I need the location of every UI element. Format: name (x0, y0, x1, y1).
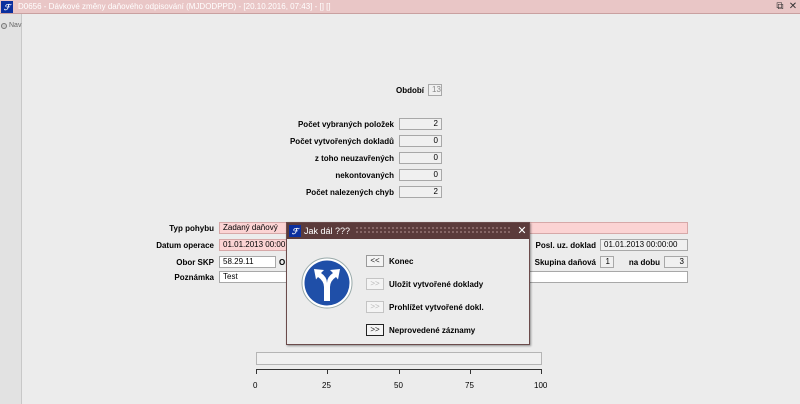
restore-icon[interactable]: ⧉ (774, 0, 786, 14)
ulozit-button[interactable]: >> (366, 278, 384, 290)
nav-radio-icon (1, 22, 7, 29)
window-title-bar: ℱ D0656 - Dávkové změny daňového odpisov… (0, 0, 800, 14)
nav-label: Nav (9, 22, 22, 29)
konec-button[interactable]: << (366, 255, 384, 267)
direction-sign-icon (301, 257, 353, 309)
posl-uz-field: 01.01.2013 00:00:00 (600, 239, 688, 251)
datum-operace-field[interactable]: 01.01.2013 00:00 (219, 239, 287, 251)
poznamka-label: Poznámka (174, 273, 214, 282)
obdobi-field[interactable]: 13 (428, 84, 442, 96)
nav-panel: Nav (0, 14, 22, 404)
title-grip (355, 226, 510, 235)
obor-skp-label: Obor SKP (176, 258, 214, 267)
na-dobu-label: na dobu (628, 258, 660, 267)
nekontovanych-label: nekontovaných (335, 171, 394, 180)
dialog-title-bar[interactable]: ℱ Jak dál ??? ✕ (287, 223, 529, 239)
ulozit-label: Uložit vytvořené doklady (389, 280, 484, 289)
scale-tick (256, 369, 257, 374)
scale-label-50: 50 (394, 381, 403, 390)
scale-label-75: 75 (465, 381, 474, 390)
dialog-close-icon[interactable]: ✕ (516, 224, 528, 238)
scale-label-25: 25 (322, 381, 331, 390)
scale-tick (470, 369, 471, 374)
scale-tick (327, 369, 328, 374)
prohlizet-button[interactable]: >> (366, 301, 384, 313)
konec-label: Konec (389, 257, 414, 266)
neuzavrenych-label: z toho neuzavřených (314, 154, 394, 163)
jak-dal-dialog: ℱ Jak dál ??? ✕ << Konec >> Uložit vytvo… (286, 222, 530, 345)
neprovedene-button[interactable]: >> (366, 324, 384, 336)
scale-label-0: 0 (253, 381, 258, 390)
skupina-label: Skupina daňová (534, 258, 596, 267)
skupina-field[interactable]: 1 (600, 256, 614, 268)
vytvorenych-label: Počet vytvořených dokladů (289, 137, 394, 146)
neuzavrenych-field: 0 (399, 152, 442, 164)
scale-label-100: 100 (534, 381, 548, 390)
app-logo-icon: ℱ (1, 1, 13, 13)
app-logo-icon: ℱ (289, 225, 301, 237)
nav-toggle[interactable]: Nav (1, 22, 21, 29)
na-dobu-field[interactable]: 3 (664, 256, 688, 268)
chyb-field: 2 (399, 186, 442, 198)
obdobi-label: Období (396, 86, 424, 95)
dialog-title: Jak dál ??? (304, 226, 351, 236)
prohlizet-label: Prohlížet vytvořené dokl. (389, 303, 484, 312)
window-title: D0656 - Dávkové změny daňového odpisován… (18, 2, 331, 11)
chyb-label: Počet nalezených chyb (305, 188, 394, 197)
scale-tick (541, 369, 542, 374)
close-icon[interactable]: ✕ (787, 0, 799, 14)
vytvorenych-field: 0 (399, 135, 442, 147)
vybranych-label: Počet vybraných položek (297, 120, 394, 129)
scale-tick (399, 369, 400, 374)
neprovedene-label: Neprovedené záznamy (389, 326, 476, 335)
vybranych-field: 2 (399, 118, 442, 130)
nekontovanych-field: 0 (399, 169, 442, 181)
posl-uz-label: Posl. uz. doklad (535, 241, 596, 250)
progress-bar (256, 352, 542, 365)
datum-operace-label: Datum operace (156, 241, 214, 250)
obor-skp-field[interactable]: 58.29.11 (219, 256, 276, 268)
typ-pohybu-label: Typ pohybu (169, 224, 214, 233)
